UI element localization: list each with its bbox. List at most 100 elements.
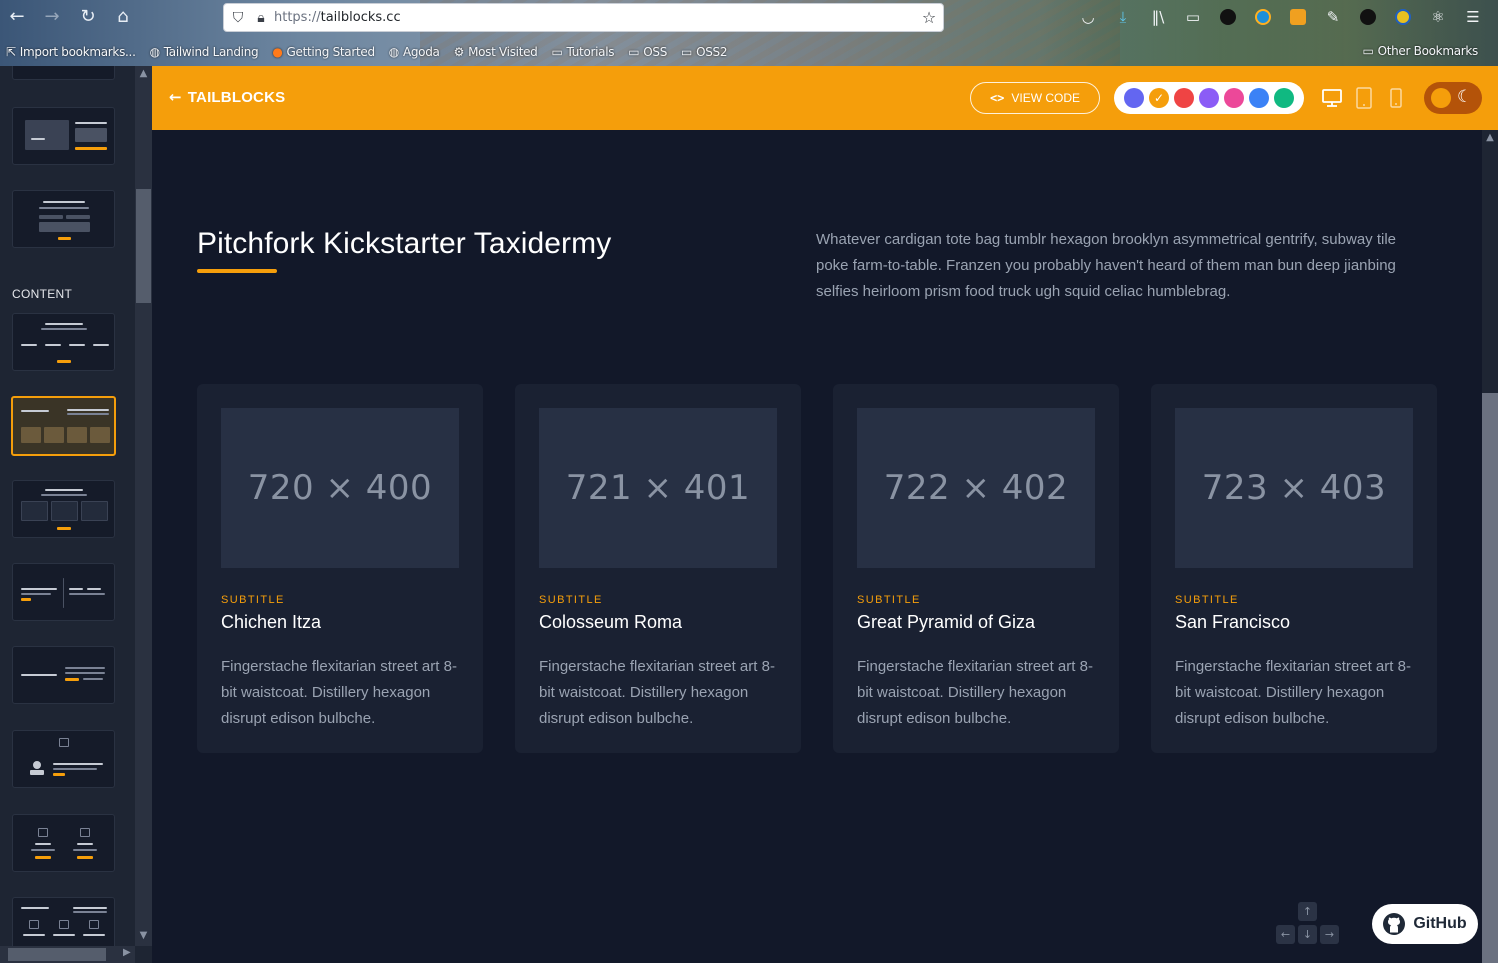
url-text[interactable]: https://tailblocks.cc — [274, 10, 401, 25]
view-code-label: VIEW CODE — [1011, 91, 1081, 105]
bookmark-tailwind-landing[interactable]: ◍ Tailwind Landing — [150, 45, 259, 59]
block-thumbnail-list: CONTENT — [0, 66, 135, 946]
bookmark-other[interactable]: ▭ Other Bookmarks — [1363, 44, 1479, 58]
url-bar[interactable]: ⛉ 🔒︎ https://tailblocks.cc ☆ — [223, 3, 944, 32]
download-icon[interactable]: ⤓ — [1112, 6, 1134, 28]
arrow-up-key-icon[interactable]: ↑ — [1298, 902, 1317, 921]
block-thumbnail[interactable] — [12, 480, 115, 538]
content-card: 721 × 401 SUBTITLE Colosseum Roma Finger… — [515, 384, 801, 753]
forward-icon[interactable]: → — [41, 6, 63, 28]
block-thumbnail[interactable] — [12, 814, 115, 872]
arrow-left-key-icon[interactable]: ← — [1276, 925, 1295, 944]
bookmark-star-icon[interactable]: ☆ — [915, 8, 943, 27]
library-icon[interactable]: ‖\ — [1147, 6, 1169, 28]
keyboard-nav-hint: ↑ ← ↓ → — [1276, 902, 1340, 946]
folder-icon: ▭ — [551, 45, 563, 59]
block-thumbnail-active[interactable] — [11, 396, 116, 456]
color-swatch-green[interactable] — [1274, 88, 1294, 108]
arrow-right-key-icon[interactable]: → — [1320, 925, 1339, 944]
block-thumbnail[interactable] — [12, 107, 115, 165]
desktop-view-icon[interactable] — [1321, 87, 1343, 109]
block-thumbnail[interactable] — [12, 730, 115, 788]
card-title: Great Pyramid of Giza — [857, 612, 1036, 632]
dark-mode-toggle[interactable]: ☾ — [1424, 82, 1482, 114]
lock-icon[interactable]: 🔒︎ — [252, 10, 270, 26]
bookmark-getting-started[interactable]: ● Getting Started — [272, 45, 375, 59]
section-intro: Whatever cardigan tote bag tumblr hexago… — [816, 231, 1396, 300]
block-thumbnail[interactable] — [12, 66, 115, 80]
bookmark-oss[interactable]: ▭ OSS — [628, 45, 667, 59]
arrow-left-icon: ← — [169, 88, 182, 106]
scroll-right-icon[interactable]: ▶ — [123, 947, 131, 958]
firefox-icon: ● — [272, 45, 283, 59]
card-subtitle: SUBTITLE — [1175, 594, 1239, 606]
sidebar-scrollbar[interactable]: ▲ ▼ — [135, 66, 152, 946]
color-swatch-amber-selected[interactable]: ✓ — [1149, 88, 1169, 108]
color-swatch-blue[interactable] — [1249, 88, 1269, 108]
card-description: Fingerstache flexitarian street art 8-bi… — [857, 658, 1093, 727]
block-thumbnail[interactable] — [12, 313, 115, 371]
card-subtitle: SUBTITLE — [221, 594, 285, 606]
image-placeholder: 721 × 401 — [539, 408, 777, 568]
extension-orange-icon[interactable] — [1287, 6, 1309, 28]
color-swatch-pink[interactable] — [1224, 88, 1244, 108]
phone-view-icon[interactable] — [1385, 87, 1407, 109]
moon-icon: ☾ — [1457, 87, 1473, 107]
color-swatch-indigo[interactable] — [1124, 88, 1144, 108]
toggle-knob — [1431, 88, 1451, 108]
app-header: ← TAILBLOCKS <> VIEW CODE ✓ ☾ — [152, 66, 1498, 130]
reload-icon[interactable]: ↻ — [77, 6, 99, 28]
color-picker-icon[interactable] — [1392, 6, 1414, 28]
back-icon[interactable]: ← — [6, 6, 28, 28]
preview-scroll-thumb[interactable] — [1482, 393, 1498, 963]
bookmark-oss2[interactable]: ▭ OSS2 — [681, 45, 727, 59]
shield-icon[interactable]: ⛉ — [224, 10, 252, 26]
image-placeholder: 720 × 400 — [221, 408, 459, 568]
home-icon[interactable]: ⌂ — [112, 6, 134, 28]
reader-view-icon[interactable]: ▭ — [1182, 6, 1204, 28]
scroll-up-icon[interactable]: ▲ — [1482, 132, 1498, 143]
card-description: Fingerstache flexitarian street art 8-bi… — [1175, 658, 1411, 727]
scroll-up-icon[interactable]: ▲ — [135, 68, 152, 79]
arrow-down-key-icon[interactable]: ↓ — [1298, 925, 1317, 944]
block-thumbnail[interactable] — [12, 646, 115, 704]
bookmark-import[interactable]: ⇱ Import bookmarks... — [6, 45, 136, 59]
tablet-view-icon[interactable] — [1353, 87, 1375, 109]
card-title: Colosseum Roma — [539, 612, 683, 632]
menu-icon[interactable]: ☰ — [1462, 6, 1484, 28]
react-devtools-icon[interactable]: ⚛ — [1427, 6, 1449, 28]
card-title: Chichen Itza — [221, 612, 322, 632]
bookmark-agoda[interactable]: ◍ Agoda — [389, 45, 440, 59]
import-icon: ⇱ — [6, 45, 16, 59]
block-thumbnail[interactable] — [12, 190, 115, 248]
gear-icon: ⚙ — [453, 45, 465, 59]
twd-extension-icon[interactable] — [1217, 6, 1239, 28]
sidebar-scroll-thumb[interactable] — [136, 189, 151, 303]
brand-label: TAILBLOCKS — [187, 88, 286, 106]
bookmark-tutorials[interactable]: ▭ Tutorials — [552, 45, 615, 59]
card-subtitle: SUBTITLE — [539, 594, 603, 606]
folder-icon: ▭ — [681, 45, 693, 59]
brand-link[interactable]: ← TAILBLOCKS — [169, 88, 285, 106]
block-thumbnail[interactable] — [12, 563, 115, 621]
block-sidebar: CONTENT ▲ ▼ ▶ — [0, 66, 152, 963]
card-description: Fingerstache flexitarian street art 8-bi… — [539, 658, 775, 727]
scroll-down-icon[interactable]: ▼ — [135, 930, 152, 941]
sidebar-hscroll-thumb[interactable] — [8, 948, 106, 961]
github-icon — [1383, 913, 1406, 935]
block-thumbnail[interactable] — [12, 897, 115, 946]
card-title: San Francisco — [1175, 612, 1291, 632]
pocket-icon[interactable]: ◡ — [1077, 6, 1099, 28]
view-code-button[interactable]: <> VIEW CODE — [970, 82, 1100, 114]
github-button[interactable]: GitHub — [1372, 904, 1478, 944]
card-description: Fingerstache flexitarian street art 8-bi… — [221, 658, 457, 727]
github-ext-icon[interactable] — [1357, 6, 1379, 28]
color-swatch-purple[interactable] — [1199, 88, 1219, 108]
sidebar-hscrollbar[interactable]: ▶ — [0, 946, 135, 963]
notes-icon[interactable]: ✎ — [1322, 6, 1344, 28]
color-swatch-red[interactable] — [1174, 88, 1194, 108]
extension-blue-icon[interactable] — [1252, 6, 1274, 28]
preview-scrollbar[interactable]: ▲ — [1482, 130, 1498, 963]
bookmarks-bar: ⇱ Import bookmarks... ◍ Tailwind Landing ●… — [0, 41, 1498, 63]
bookmark-most-visited[interactable]: ⚙ Most Visited — [454, 45, 538, 59]
